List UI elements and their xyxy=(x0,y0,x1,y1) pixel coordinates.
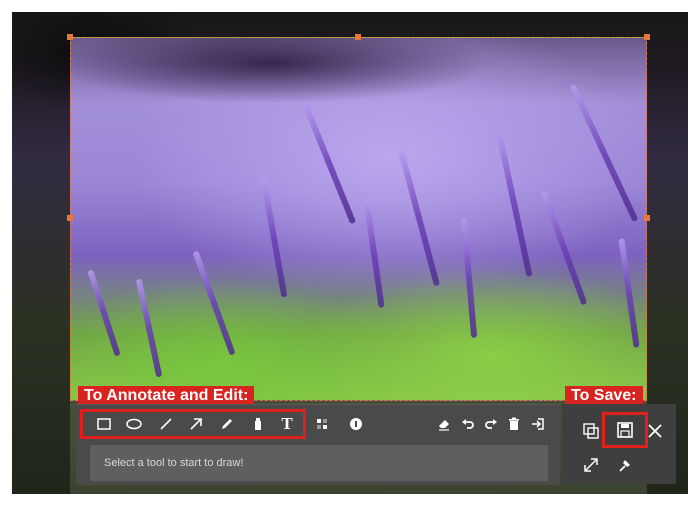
mosaic-icon[interactable] xyxy=(312,414,332,434)
lavender-stalk xyxy=(87,269,121,357)
eraser-icon[interactable] xyxy=(434,414,454,434)
resize-handle-top-right[interactable] xyxy=(644,34,650,40)
close-icon[interactable] xyxy=(644,420,666,442)
arrow-icon[interactable] xyxy=(186,414,206,434)
fullscreen-icon[interactable] xyxy=(580,454,602,476)
lavender-stalk xyxy=(569,83,639,223)
lavender-stalk xyxy=(192,250,236,356)
annotation-toolbar: T Select a tool to start to draw! xyxy=(76,404,560,485)
line-icon[interactable] xyxy=(156,414,176,434)
highlighter-icon[interactable] xyxy=(248,414,268,434)
lavender-stalk xyxy=(135,278,163,378)
lavender-stalk xyxy=(495,129,533,277)
lavender-stalk xyxy=(540,190,588,306)
rectangle-icon[interactable] xyxy=(94,414,114,434)
resize-handle-left[interactable] xyxy=(67,215,73,221)
pin-icon[interactable] xyxy=(614,454,636,476)
lavender-stalk xyxy=(260,178,288,298)
lavender-stalk xyxy=(301,101,357,225)
pencil-icon[interactable] xyxy=(217,414,237,434)
resize-handle-top[interactable] xyxy=(355,34,361,40)
output-panel xyxy=(562,404,676,484)
dim-overlay-left xyxy=(12,37,70,494)
delete-icon[interactable] xyxy=(504,414,524,434)
undo-icon[interactable] xyxy=(458,414,478,434)
redo-icon[interactable] xyxy=(481,414,501,434)
dim-overlay-top xyxy=(12,12,688,37)
resize-handle-right[interactable] xyxy=(644,215,650,221)
ellipse-icon[interactable] xyxy=(124,414,144,434)
capture-selection[interactable] xyxy=(70,37,647,401)
copy-icon[interactable] xyxy=(580,420,602,442)
save-callout-label: To Save: xyxy=(565,386,643,406)
lavender-stalk xyxy=(397,149,441,287)
annotate-callout-label: To Annotate and Edit: xyxy=(78,386,255,406)
resize-handle-top-left[interactable] xyxy=(67,34,73,40)
exit-icon[interactable] xyxy=(528,414,548,434)
lavender-stalk xyxy=(363,198,385,308)
text-icon[interactable]: T xyxy=(277,414,297,434)
lavender-stalk xyxy=(460,217,478,339)
lavender-stalk xyxy=(618,238,640,348)
tool-status-bar: Select a tool to start to draw! xyxy=(90,445,548,481)
save-icon[interactable] xyxy=(614,419,636,441)
step-number-icon[interactable] xyxy=(346,414,366,434)
status-text: Select a tool to start to draw! xyxy=(104,457,244,469)
